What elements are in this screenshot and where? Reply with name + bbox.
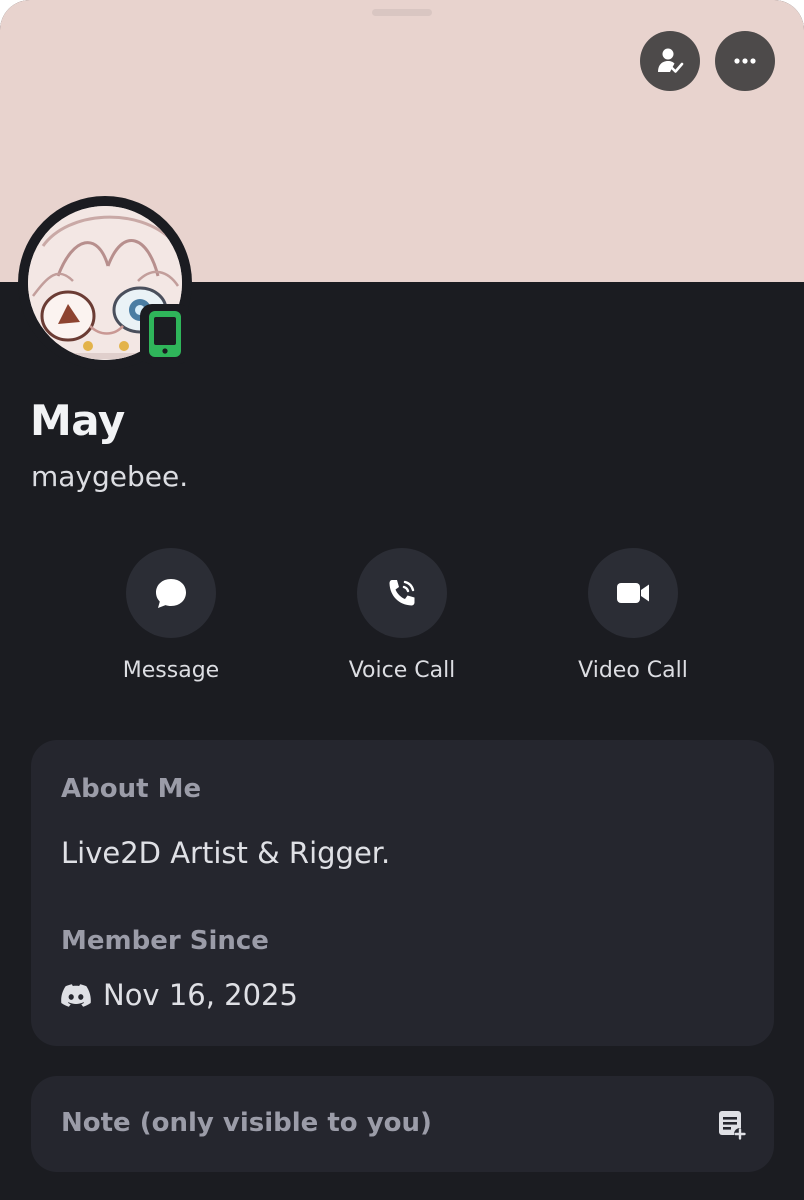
voice-call-action[interactable]: Voice Call xyxy=(302,548,502,683)
video-call-action[interactable]: Video Call xyxy=(533,548,733,683)
chat-bubble-icon xyxy=(156,579,186,608)
about-me-heading: About Me xyxy=(61,774,202,804)
message-action[interactable]: Message xyxy=(71,548,271,683)
member-since-heading: Member Since xyxy=(61,926,269,956)
video-call-label: Video Call xyxy=(578,658,688,683)
member-since-row: Nov 16, 2025 xyxy=(61,978,298,1012)
mobile-online-icon xyxy=(149,311,181,357)
video-call-button[interactable] xyxy=(588,548,678,638)
friend-status-button[interactable] xyxy=(640,31,700,91)
phone-icon xyxy=(389,580,415,606)
note-card[interactable]: Note (only visible to you) xyxy=(31,1076,774,1172)
about-me-text: Live2D Artist & Rigger. xyxy=(61,836,391,870)
online-status-indicator xyxy=(140,304,190,364)
discord-logo-icon xyxy=(61,984,91,1007)
message-button[interactable] xyxy=(126,548,216,638)
voice-call-button[interactable] xyxy=(357,548,447,638)
video-camera-icon xyxy=(617,583,649,603)
ellipsis-icon xyxy=(734,58,756,64)
member-since-date: Nov 16, 2025 xyxy=(103,978,298,1012)
person-check-icon xyxy=(658,48,684,73)
profile-sheet: May maygebee. Message Voice Call Video C… xyxy=(0,0,804,1200)
note-add-icon[interactable] xyxy=(716,1108,746,1140)
note-placeholder[interactable]: Note (only visible to you) xyxy=(61,1108,432,1138)
about-card: About Me Live2D Artist & Rigger. Member … xyxy=(31,740,774,1046)
username[interactable]: maygebee. xyxy=(31,460,188,493)
more-options-button[interactable] xyxy=(715,31,775,91)
drag-handle[interactable] xyxy=(372,9,432,16)
message-label: Message xyxy=(122,658,220,683)
voice-call-label: Voice Call xyxy=(348,658,456,683)
display-name: May xyxy=(30,396,125,445)
